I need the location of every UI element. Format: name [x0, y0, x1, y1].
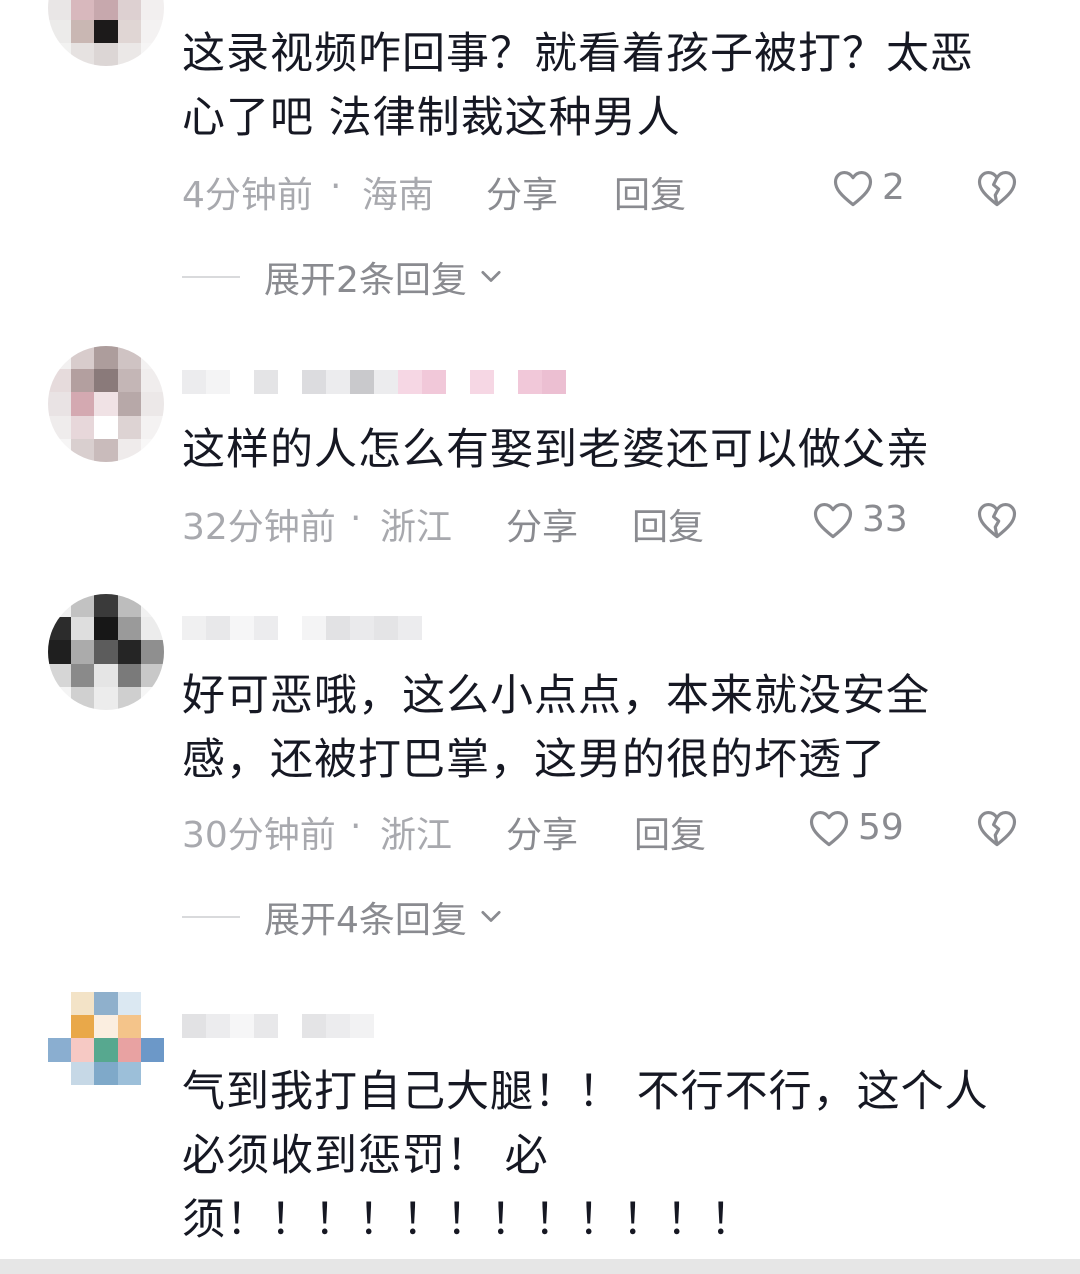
heart-outline-icon [809, 811, 849, 847]
dislike-button[interactable] [976, 168, 1018, 217]
reply-button[interactable]: 回复 [614, 166, 686, 218]
comment-location: 浙江 [380, 815, 453, 856]
divider-line [182, 916, 240, 918]
broken-heart-icon [977, 171, 1017, 207]
like-count: 2 [882, 167, 905, 208]
comment-location: 海南 [362, 175, 435, 216]
like-count: 59 [858, 807, 904, 848]
separator-dot: · [350, 498, 362, 539]
dislike-button[interactable] [976, 500, 1018, 549]
expand-replies-button[interactable]: 展开4条回复 [182, 892, 505, 942]
broken-heart-icon [977, 811, 1017, 847]
separator-dot: · [350, 806, 362, 847]
username[interactable] [182, 1006, 374, 1046]
chevron-down-icon [481, 270, 501, 282]
expand-replies-button[interactable]: 展开2条回复 [182, 252, 505, 302]
avatar[interactable] [48, 346, 164, 462]
share-button[interactable]: 分享 [506, 806, 578, 858]
like-button[interactable]: 33 [812, 500, 908, 540]
bottom-edge [0, 1259, 1080, 1274]
dislike-button[interactable] [976, 808, 1018, 857]
chevron-down-icon [481, 910, 501, 922]
like-button[interactable]: 2 [832, 168, 905, 208]
comment-time: 30分钟前 [182, 815, 336, 856]
broken-heart-icon [977, 503, 1017, 539]
share-button[interactable]: 分享 [486, 166, 558, 218]
avatar[interactable] [48, 594, 164, 710]
like-count: 33 [862, 499, 908, 540]
comment-time: 32分钟前 [182, 507, 336, 548]
avatar[interactable] [48, 992, 164, 1108]
comment-time: 4分钟前 [182, 175, 313, 216]
reply-button[interactable]: 回复 [632, 498, 704, 550]
comment-text: 这样的人怎么有娶到老婆还可以做父亲 [182, 425, 930, 475]
username[interactable] [182, 362, 566, 402]
comment-meta: 32分钟前 · 浙江 分享 回复 33 [182, 498, 1042, 548]
comment-meta: 4分钟前 · 海南 分享 回复 2 [182, 166, 1042, 216]
comment-text: 气到我打自己大腿！！ 不行不行，这个人必须收到惩罚！ 必 须！！！！！！！！！！… [182, 1067, 989, 1245]
reply-button[interactable]: 回复 [634, 806, 706, 858]
heart-outline-icon [813, 503, 853, 539]
comment-text: 好可恶哦，这么小点点，本来就没安全感，还被打巴掌，这男的很的坏透了 [182, 671, 930, 785]
divider-line [182, 276, 240, 278]
separator-dot: · [330, 166, 342, 207]
like-button[interactable]: 59 [808, 808, 904, 848]
comment-meta: 30分钟前 · 浙江 分享 回复 59 [182, 806, 1042, 856]
comment-text: 这录视频咋回事？就看着孩子被打？太恶心了吧 法律制裁这种男人 [182, 29, 974, 143]
share-button[interactable]: 分享 [506, 498, 578, 550]
expand-replies-label: 展开2条回复 [264, 260, 467, 301]
comment-location: 浙江 [380, 507, 453, 548]
heart-outline-icon [833, 171, 873, 207]
username[interactable] [182, 608, 422, 648]
avatar[interactable] [48, 0, 164, 66]
expand-replies-label: 展开4条回复 [264, 900, 467, 941]
